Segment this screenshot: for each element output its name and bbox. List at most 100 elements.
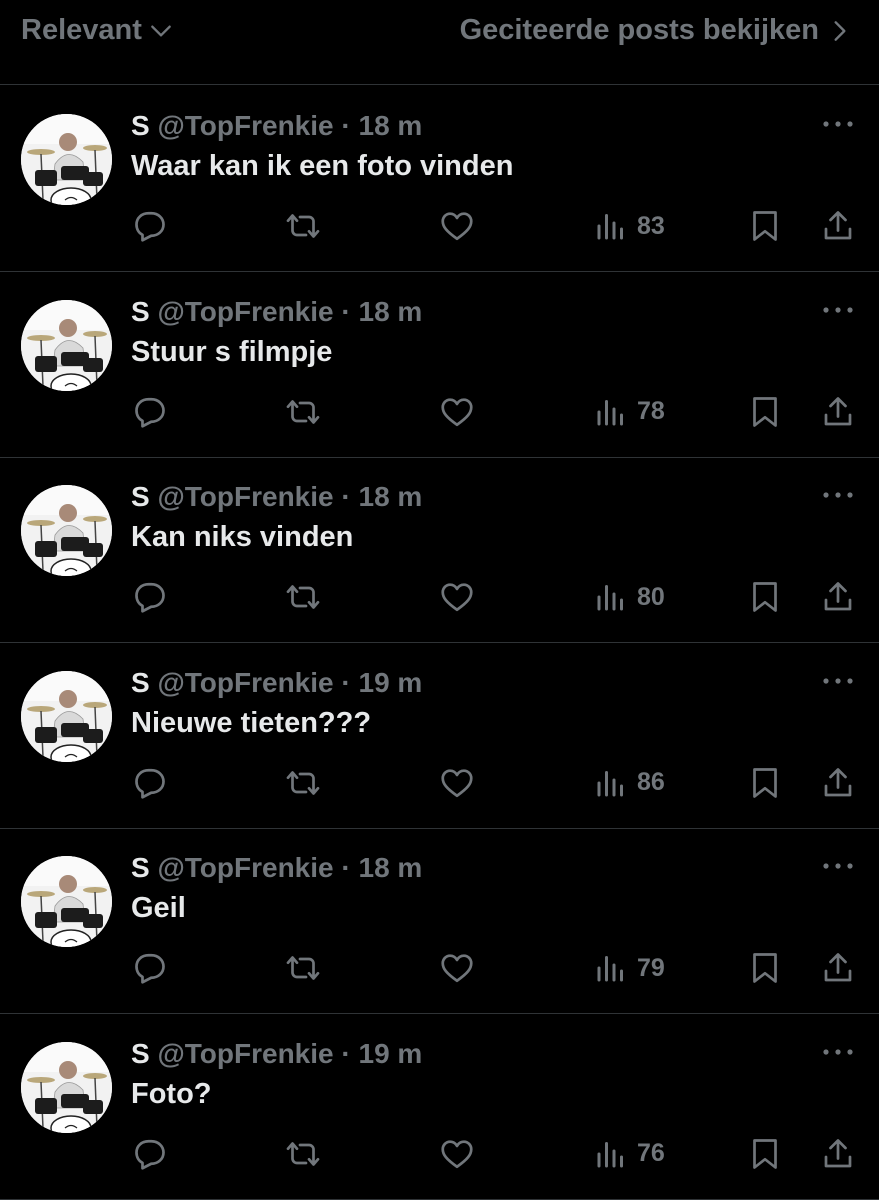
author-handle[interactable]: @TopFrenkie	[157, 1038, 333, 1069]
reply-button[interactable]	[132, 946, 168, 990]
reply-button[interactable]	[132, 204, 168, 248]
like-button[interactable]	[439, 946, 475, 990]
repost-button[interactable]	[285, 575, 321, 619]
author-name[interactable]: S	[131, 481, 150, 512]
bookmark-icon	[753, 211, 777, 241]
like-button[interactable]	[439, 1132, 475, 1176]
author-handle[interactable]: @TopFrenkie	[157, 667, 333, 698]
author-handle[interactable]: @TopFrenkie	[157, 852, 333, 883]
action-bar: 86	[0, 761, 879, 805]
author-name[interactable]: S	[131, 667, 150, 698]
tweet[interactable]: S @TopFrenkie · 18 m Waar kan ik een fot…	[0, 86, 879, 272]
timestamp[interactable]: 19 m	[359, 1038, 423, 1069]
avatar[interactable]	[21, 1041, 112, 1133]
reply-button[interactable]	[132, 1132, 168, 1176]
author-name[interactable]: S	[131, 110, 150, 141]
timestamp[interactable]: 18 m	[359, 852, 423, 883]
views-icon	[597, 956, 623, 982]
bookmark-button[interactable]	[747, 761, 783, 805]
action-bar: 83	[0, 204, 879, 248]
chevron-down-icon	[151, 24, 171, 37]
tweet[interactable]: S @TopFrenkie · 18 m Kan niks vinden 80	[0, 457, 879, 643]
reply-button[interactable]	[132, 761, 168, 805]
share-button[interactable]	[820, 946, 856, 990]
sort-dropdown[interactable]: Relevant	[21, 14, 174, 47]
author-handle[interactable]: @TopFrenkie	[157, 481, 333, 512]
reply-icon	[135, 1139, 165, 1170]
views-button[interactable]: 80	[593, 575, 665, 619]
timestamp[interactable]: 18 m	[359, 110, 423, 141]
views-button[interactable]: 83	[593, 204, 665, 248]
bookmark-button[interactable]	[747, 946, 783, 990]
tweet-text: Kan niks vinden	[131, 521, 354, 553]
share-button[interactable]	[820, 390, 856, 434]
tweet[interactable]: S @TopFrenkie · 18 m Geil 79	[0, 828, 879, 1014]
separator-dot: ·	[341, 666, 351, 698]
tweet-header: S @TopFrenkie · 18 m	[131, 110, 422, 142]
tweet-header: S @TopFrenkie · 18 m	[131, 852, 422, 884]
author-name[interactable]: S	[131, 296, 150, 327]
share-icon	[824, 396, 852, 425]
repost-button[interactable]	[285, 1132, 321, 1176]
reply-button[interactable]	[132, 575, 168, 619]
more-icon[interactable]	[821, 487, 855, 503]
author-name[interactable]: S	[131, 1038, 150, 1069]
tweet-header: S @TopFrenkie · 19 m	[131, 667, 422, 699]
views-button[interactable]: 79	[593, 946, 665, 990]
action-bar: 80	[0, 575, 879, 619]
views-count: 83	[637, 211, 665, 240]
bookmark-button[interactable]	[747, 575, 783, 619]
author-name[interactable]: S	[131, 852, 150, 883]
bookmark-button[interactable]	[747, 390, 783, 434]
repost-button[interactable]	[285, 761, 321, 805]
author-handle[interactable]: @TopFrenkie	[157, 296, 333, 327]
bookmark-button[interactable]	[747, 204, 783, 248]
share-button[interactable]	[820, 204, 856, 248]
reply-button[interactable]	[132, 390, 168, 434]
like-button[interactable]	[439, 204, 475, 248]
repost-button[interactable]	[285, 390, 321, 434]
view-quotes-link[interactable]: Geciteerde posts bekijken	[460, 14, 851, 47]
bookmark-icon	[753, 1138, 777, 1169]
more-icon[interactable]	[821, 1044, 855, 1060]
views-count: 86	[637, 768, 665, 796]
share-button[interactable]	[820, 761, 856, 805]
sort-label: Relevant	[21, 14, 142, 46]
avatar[interactable]	[21, 114, 112, 205]
separator-dot: ·	[341, 295, 351, 327]
views-icon	[597, 770, 623, 796]
more-icon[interactable]	[821, 302, 855, 318]
repost-icon	[286, 956, 320, 980]
author-handle[interactable]: @TopFrenkie	[157, 110, 333, 141]
like-button[interactable]	[439, 761, 475, 805]
timestamp[interactable]: 18 m	[359, 296, 423, 327]
share-button[interactable]	[820, 1132, 856, 1176]
tweet[interactable]: S @TopFrenkie · 19 m Nieuwe tieten??? 86	[0, 643, 879, 829]
more-icon[interactable]	[821, 858, 855, 874]
tweet[interactable]: S @TopFrenkie · 19 m Foto? 76	[0, 1014, 879, 1200]
timestamp[interactable]: 19 m	[359, 667, 423, 698]
action-bar: 76	[0, 1132, 879, 1176]
views-count: 80	[637, 582, 665, 611]
like-icon	[441, 397, 473, 426]
repost-button[interactable]	[285, 946, 321, 990]
views-button[interactable]: 76	[593, 1132, 665, 1176]
avatar[interactable]	[21, 856, 112, 947]
repost-button[interactable]	[285, 204, 321, 248]
separator-dot: ·	[341, 481, 351, 512]
views-button[interactable]: 86	[593, 761, 665, 805]
more-icon[interactable]	[821, 673, 855, 689]
tweet[interactable]: S @TopFrenkie · 18 m Stuur s filmpje 78	[0, 272, 879, 458]
avatar[interactable]	[21, 299, 112, 391]
like-icon	[441, 212, 473, 241]
like-button[interactable]	[439, 390, 475, 434]
more-icon[interactable]	[821, 116, 855, 132]
avatar[interactable]	[21, 485, 112, 576]
like-button[interactable]	[439, 575, 475, 619]
views-button[interactable]: 78	[593, 390, 665, 434]
bookmark-button[interactable]	[747, 1132, 783, 1176]
timestamp[interactable]: 18 m	[359, 481, 423, 512]
share-button[interactable]	[820, 575, 856, 619]
avatar[interactable]	[21, 670, 112, 762]
views-icon	[597, 585, 623, 611]
